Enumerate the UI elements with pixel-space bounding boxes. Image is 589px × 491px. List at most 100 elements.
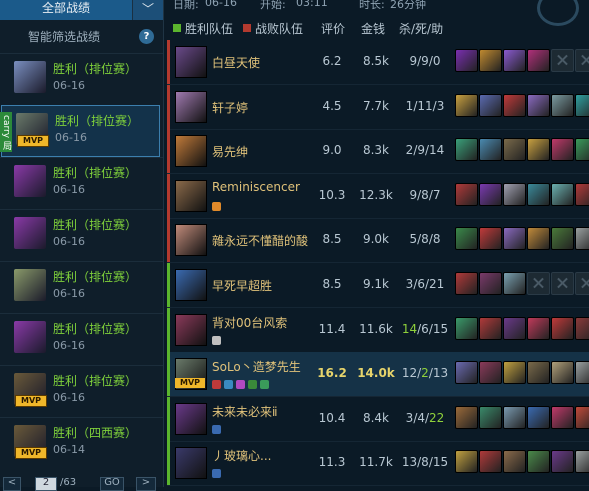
champion-icon <box>175 269 207 301</box>
player-row[interactable]: 雜永远不懂醋的酸 8.5 9.0k 5/8/8 <box>167 218 589 264</box>
item-icon[interactable] <box>503 138 526 162</box>
match-list-item[interactable]: 胜利（排位赛） 06-16 <box>0 157 163 208</box>
item-icon[interactable] <box>527 405 550 429</box>
item-icon[interactable] <box>479 93 502 117</box>
player-row[interactable]: 早死早超胜 8.5 9.1k 3/6/21 <box>167 263 589 308</box>
player-name[interactable]: 未来未必来ⅱ <box>212 403 278 420</box>
smart-filter-label[interactable]: 智能筛选战绩 <box>28 28 100 45</box>
item-icon[interactable] <box>503 272 526 295</box>
item-icon[interactable] <box>503 93 526 117</box>
match-list-item[interactable]: 胜利（排位赛） 06-16 <box>0 53 163 104</box>
item-icon[interactable] <box>575 316 589 340</box>
player-row[interactable]: 易先绅 9.0 8.3k 2/9/14 <box>167 129 589 175</box>
item-icon[interactable] <box>551 361 574 385</box>
item-icon[interactable] <box>479 227 502 251</box>
item-icon[interactable] <box>527 450 550 474</box>
item-icon[interactable] <box>503 49 526 72</box>
item-icon[interactable] <box>575 182 589 206</box>
item-icon[interactable] <box>479 182 502 206</box>
player-name[interactable]: Reminiscencer <box>212 180 300 194</box>
item-icon[interactable] <box>575 361 589 385</box>
item-icon[interactable] <box>575 450 589 474</box>
item-icon[interactable] <box>551 138 574 162</box>
item-icon[interactable] <box>455 182 478 206</box>
item-icon[interactable] <box>455 405 478 429</box>
next-page-button[interactable]: > <box>136 477 156 491</box>
item-icon[interactable] <box>479 138 502 162</box>
match-list-item[interactable]: MVP 胜利（排位赛） 06-16 <box>0 365 163 416</box>
item-icon[interactable] <box>527 227 550 251</box>
match-list-item[interactable]: 胜利（排位赛） 06-16 <box>0 313 163 364</box>
player-row[interactable]: 背对00台风索 11.4 11.6k 14/6/15 <box>167 307 589 353</box>
item-icon[interactable] <box>503 450 526 474</box>
team-bar <box>167 129 170 174</box>
item-icon[interactable] <box>503 182 526 206</box>
item-icon[interactable] <box>455 272 478 295</box>
item-icon[interactable] <box>479 49 502 72</box>
item-icon[interactable] <box>503 227 526 251</box>
player-row[interactable]: 轩子婷 4.5 7.7k 1/11/3 <box>167 84 589 130</box>
player-name[interactable]: 丿玻璃心... <box>212 447 271 464</box>
rating-value: 10.4 <box>318 410 346 425</box>
item-icon[interactable] <box>479 361 502 385</box>
item-icon[interactable] <box>527 316 550 340</box>
player-name[interactable]: 背对00台风索 <box>212 314 287 331</box>
help-icon[interactable]: ? <box>139 29 154 44</box>
item-icon[interactable] <box>455 316 478 340</box>
item-icon[interactable] <box>551 316 574 340</box>
item-icon[interactable] <box>455 450 478 474</box>
match-list-item[interactable]: 胜利（排位赛） 06-16 <box>0 261 163 312</box>
filter-label[interactable]: 全部战绩 <box>0 0 132 20</box>
player-name[interactable]: 早死早超胜 <box>212 277 272 294</box>
item-icon[interactable] <box>503 361 526 385</box>
item-icon[interactable] <box>479 450 502 474</box>
player-name[interactable]: 白昼天使 <box>212 54 260 71</box>
item-icon[interactable] <box>455 361 478 385</box>
player-name[interactable]: SoLo丶造梦先生 <box>212 358 301 375</box>
match-list-item[interactable]: 胜利（排位赛） 06-16 <box>0 209 163 260</box>
item-icon[interactable] <box>575 227 589 251</box>
item-icon[interactable] <box>551 182 574 206</box>
go-button[interactable]: GO <box>100 477 124 491</box>
player-name[interactable]: 易先绅 <box>212 143 248 160</box>
item-icon[interactable] <box>527 361 550 385</box>
item-icon[interactable] <box>455 49 478 72</box>
item-icon[interactable] <box>551 93 574 117</box>
item-icon[interactable] <box>551 405 574 429</box>
match-list-item[interactable]: MVP 胜利（排位赛） 06-16 <box>1 105 160 157</box>
item-icon[interactable] <box>479 316 502 340</box>
item-icon[interactable] <box>575 138 589 162</box>
smart-filter-row[interactable]: 智能筛选战绩 ? <box>0 24 163 48</box>
item-icon[interactable] <box>455 138 478 162</box>
item-icon[interactable] <box>503 316 526 340</box>
player-row[interactable]: 丿玻璃心... 11.3 11.7k 13/8/15 <box>167 441 589 487</box>
item-icon[interactable] <box>575 405 589 429</box>
item-icon[interactable] <box>503 405 526 429</box>
item-icon[interactable] <box>479 272 502 295</box>
item-icon[interactable] <box>551 227 574 251</box>
page-input[interactable]: 2 <box>35 477 57 491</box>
player-row[interactable]: Reminiscencer 10.3 12.3k 9/8/7 <box>167 173 589 219</box>
item-icon[interactable] <box>575 93 589 117</box>
player-row[interactable]: 未来未必来ⅱ 10.4 8.4k 3/4/22 <box>167 396 589 442</box>
player-row[interactable]: 白昼天使 6.2 8.5k 9/9/0 <box>167 40 589 85</box>
item-icon[interactable] <box>479 405 502 429</box>
champion-icon <box>175 135 207 168</box>
prev-page-button[interactable]: < <box>3 477 21 491</box>
player-name[interactable]: 轩子婷 <box>212 99 248 116</box>
achievement-icon <box>212 424 221 434</box>
filter-dropdown[interactable]: 全部战绩 ﹀ <box>0 0 163 20</box>
match-list-item[interactable]: MVP 胜利（四西赛） 06-14 <box>0 417 163 468</box>
item-icon[interactable] <box>527 93 550 117</box>
item-icon[interactable] <box>455 93 478 117</box>
item-icon[interactable] <box>455 227 478 251</box>
item-icon[interactable] <box>551 450 574 474</box>
carry-tag: carry 局 <box>0 112 12 152</box>
player-row[interactable]: MVP SoLo丶造梦先生 16.2 14.0k 12/2/13 <box>167 352 589 398</box>
date-label: 日期: <box>173 0 199 11</box>
item-icon[interactable] <box>527 182 550 206</box>
player-name[interactable]: 雜永远不懂醋的酸 <box>212 232 308 249</box>
item-icon[interactable] <box>527 138 550 162</box>
item-icon[interactable] <box>527 49 550 72</box>
chevron-down-icon[interactable]: ﹀ <box>133 0 163 20</box>
